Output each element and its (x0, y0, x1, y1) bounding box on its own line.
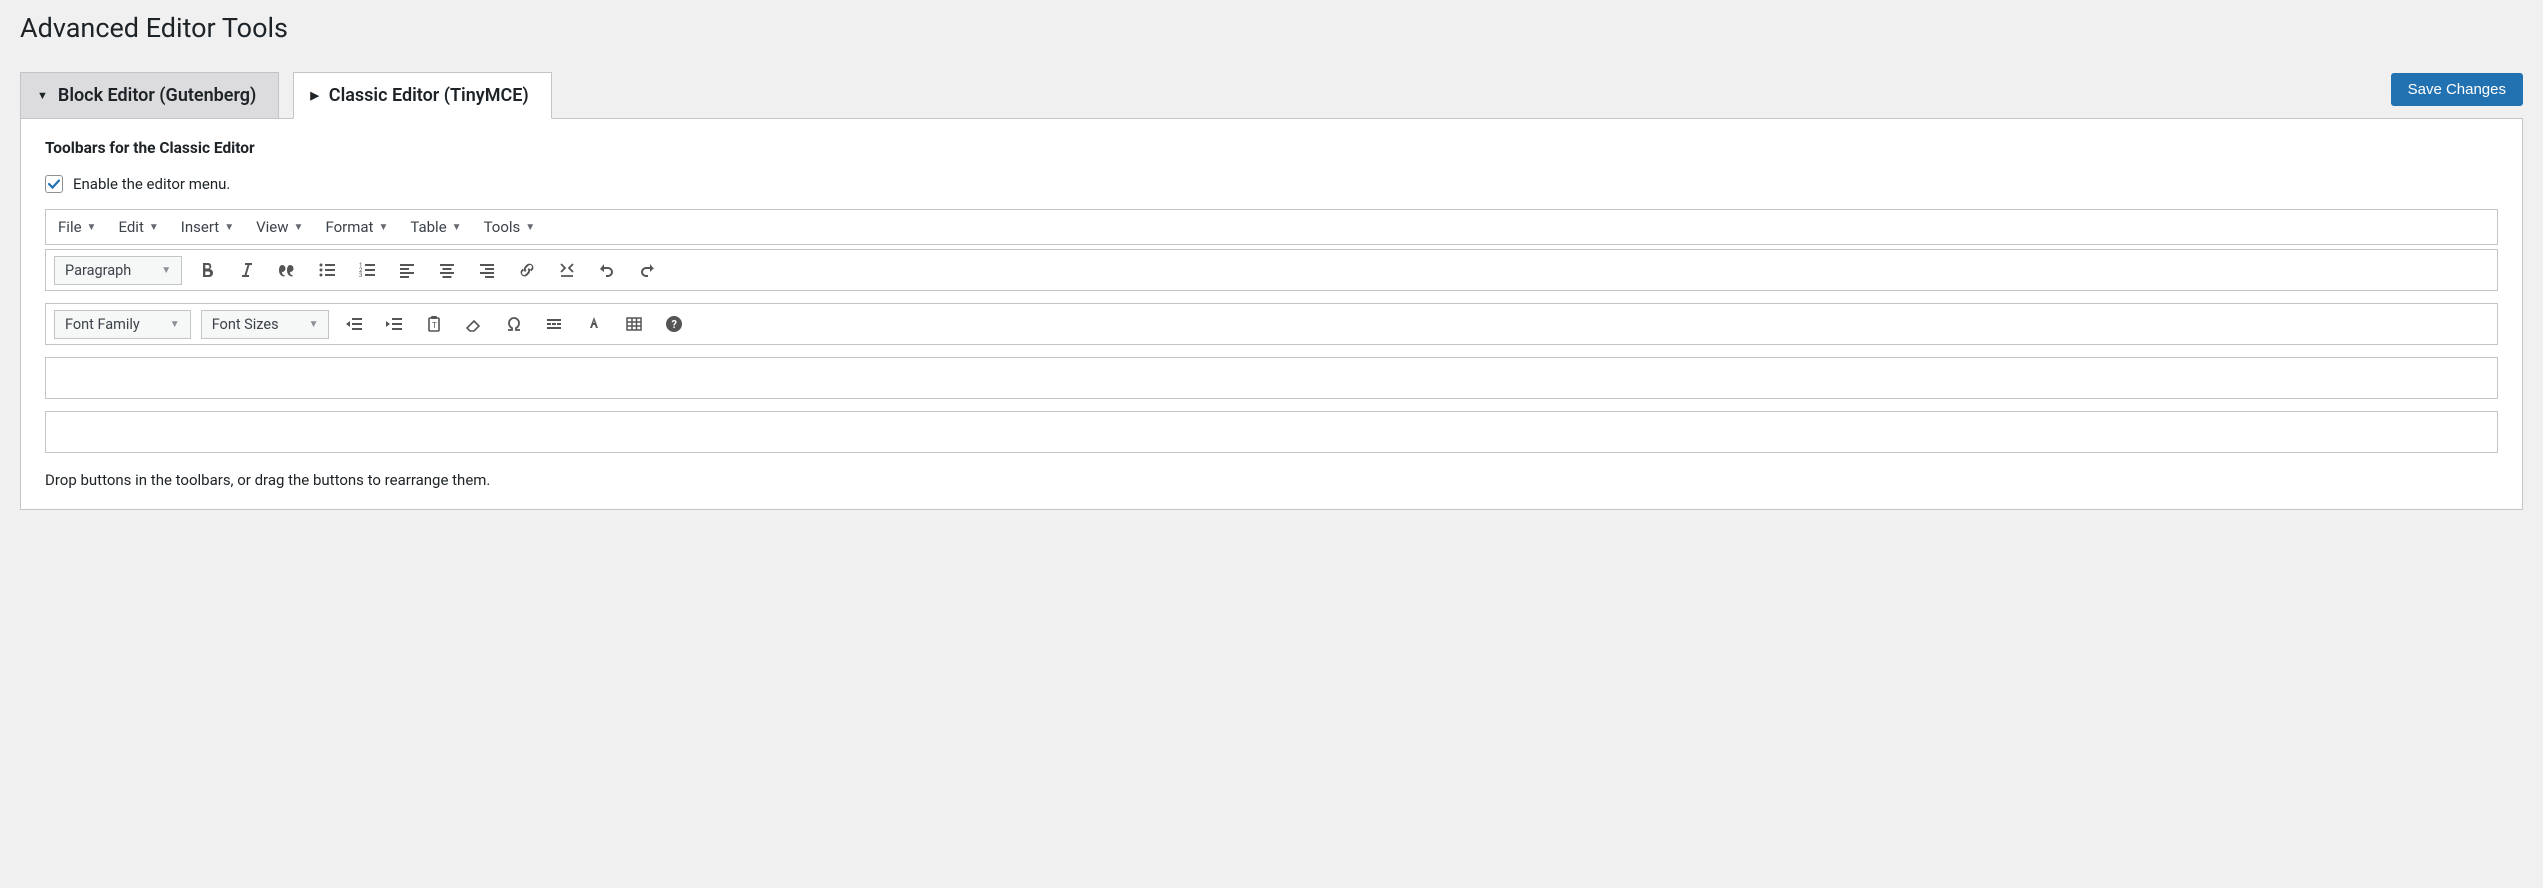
menu-file[interactable]: File▼ (54, 214, 100, 240)
text-color-icon (584, 314, 604, 334)
bullet-list-button[interactable] (312, 255, 342, 285)
undo-icon (597, 260, 617, 280)
font-sizes-dropdown[interactable]: Font Sizes ▼ (201, 310, 330, 339)
caret-down-icon: ▼ (309, 319, 319, 330)
more-break-icon (557, 260, 577, 280)
caret-down-icon: ▼ (87, 222, 97, 233)
align-center-button[interactable] (432, 255, 462, 285)
indent-icon (384, 314, 404, 334)
link-icon (517, 260, 537, 280)
numbered-list-icon: 123 (357, 260, 377, 280)
caret-down-icon: ▼ (525, 222, 535, 233)
undo-button[interactable] (592, 255, 622, 285)
align-center-icon (437, 260, 457, 280)
bold-icon (197, 260, 217, 280)
text-color-button[interactable] (579, 309, 609, 339)
format-dropdown[interactable]: Paragraph ▼ (54, 256, 182, 285)
caret-down-icon: ▼ (161, 265, 171, 276)
align-right-icon (477, 260, 497, 280)
link-button[interactable] (512, 255, 542, 285)
caret-right-icon: ▶ (310, 89, 318, 102)
caret-down-icon: ▼ (170, 319, 180, 330)
hr-icon (544, 314, 564, 334)
bold-button[interactable] (192, 255, 222, 285)
checkmark-icon (47, 177, 61, 191)
italic-button[interactable] (232, 255, 262, 285)
clipboard-icon: T (424, 314, 444, 334)
tab-label: Classic Editor (TinyMCE) (329, 85, 529, 106)
page-title: Advanced Editor Tools (20, 12, 2523, 44)
tab-block-editor[interactable]: ▼ Block Editor (Gutenberg) (20, 72, 279, 118)
align-left-icon (397, 260, 417, 280)
insert-more-button[interactable] (552, 255, 582, 285)
menu-table[interactable]: Table▼ (406, 214, 465, 240)
caret-down-icon: ▼ (378, 222, 388, 233)
table-button[interactable] (619, 309, 649, 339)
tab-label: Block Editor (Gutenberg) (58, 85, 256, 106)
help-text: Drop buttons in the toolbars, or drag th… (45, 471, 2498, 489)
svg-text:T: T (432, 321, 437, 330)
settings-panel: Toolbars for the Classic Editor Enable t… (20, 118, 2523, 510)
hr-button[interactable] (539, 309, 569, 339)
toolbar-row-4[interactable] (45, 411, 2498, 453)
clear-formatting-button[interactable] (459, 309, 489, 339)
menu-format[interactable]: Format▼ (321, 214, 392, 240)
menu-view[interactable]: View▼ (252, 214, 307, 240)
redo-button[interactable] (632, 255, 662, 285)
special-character-button[interactable] (499, 309, 529, 339)
eraser-icon (464, 314, 484, 334)
help-icon: ? (664, 314, 684, 334)
toolbar-row-2[interactable]: Font Family ▼ Font Sizes ▼ T (45, 303, 2498, 345)
caret-down-icon: ▼ (452, 222, 462, 233)
redo-icon (637, 260, 657, 280)
editor-menubar: File▼ Edit▼ Insert▼ View▼ Format▼ Table▼… (45, 209, 2498, 245)
align-left-button[interactable] (392, 255, 422, 285)
toolbar-row-1[interactable]: Paragraph ▼ 123 (45, 249, 2498, 291)
bullet-list-icon (317, 260, 337, 280)
section-title: Toolbars for the Classic Editor (45, 139, 2498, 157)
italic-icon (237, 260, 257, 280)
enable-menu-checkbox[interactable] (45, 175, 63, 193)
outdent-icon (344, 314, 364, 334)
blockquote-button[interactable] (272, 255, 302, 285)
menu-insert[interactable]: Insert▼ (177, 214, 238, 240)
outdent-button[interactable] (339, 309, 369, 339)
numbered-list-button[interactable]: 123 (352, 255, 382, 285)
svg-text:?: ? (672, 318, 678, 331)
menu-edit[interactable]: Edit▼ (114, 214, 162, 240)
caret-down-icon: ▼ (294, 222, 304, 233)
quote-icon (277, 260, 297, 280)
caret-down-icon: ▼ (37, 89, 48, 102)
save-changes-button[interactable]: Save Changes (2391, 73, 2523, 106)
paste-text-button[interactable]: T (419, 309, 449, 339)
toolbar-row-3[interactable] (45, 357, 2498, 399)
tab-classic-editor[interactable]: ▶ Classic Editor (TinyMCE) (293, 72, 551, 119)
caret-down-icon: ▼ (224, 222, 234, 233)
caret-down-icon: ▼ (149, 222, 159, 233)
table-icon (624, 314, 644, 334)
help-button[interactable]: ? (659, 309, 689, 339)
enable-menu-label: Enable the editor menu. (73, 175, 230, 193)
menu-tools[interactable]: Tools▼ (480, 214, 540, 240)
omega-icon (504, 314, 524, 334)
align-right-button[interactable] (472, 255, 502, 285)
indent-button[interactable] (379, 309, 409, 339)
font-family-dropdown[interactable]: Font Family ▼ (54, 310, 191, 339)
svg-text:3: 3 (359, 272, 362, 279)
tabs: ▼ Block Editor (Gutenberg) ▶ Classic Edi… (20, 72, 552, 118)
